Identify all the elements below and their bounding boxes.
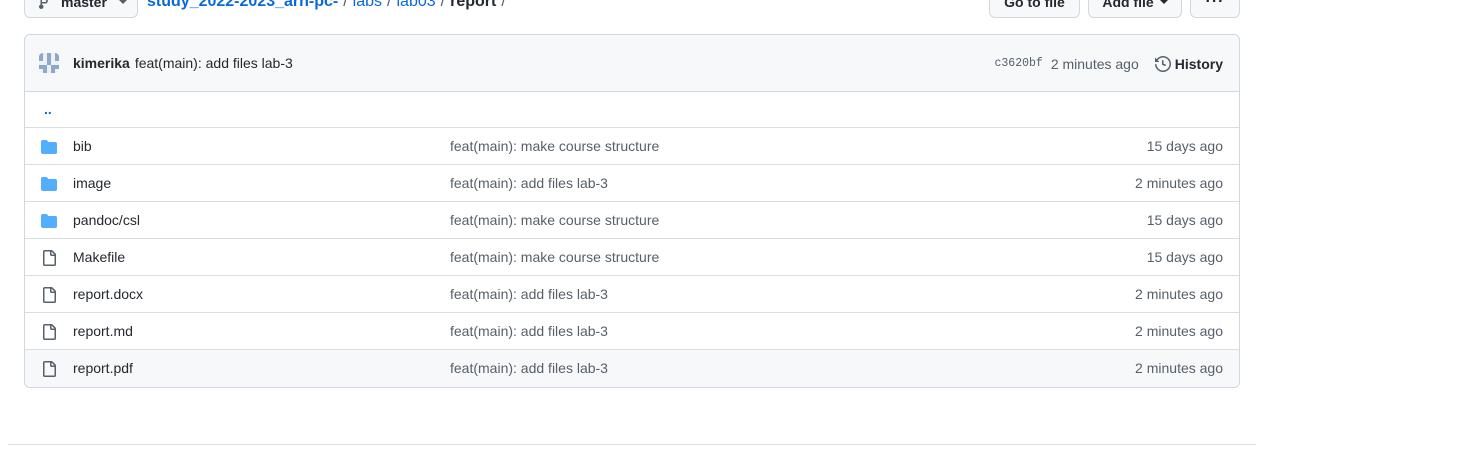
file-name-link[interactable]: bib bbox=[73, 138, 92, 154]
file-commit-message-link[interactable]: feat(main): make course structure bbox=[450, 212, 659, 228]
divider bbox=[8, 444, 1256, 445]
kebab-horizontal-icon: ··· bbox=[1205, 0, 1225, 10]
branch-name: master bbox=[61, 0, 107, 10]
file-commit-date: 2 minutes ago bbox=[1135, 175, 1223, 191]
branch-selector-button[interactable]: master bbox=[24, 0, 138, 18]
file-commit-date: 2 minutes ago bbox=[1135, 360, 1223, 376]
file-commit-message-link[interactable]: feat(main): make course structure bbox=[450, 249, 659, 265]
breadcrumb-repo-link[interactable]: study_2022-2023_arh-pc- bbox=[147, 0, 338, 11]
history-button[interactable]: History bbox=[1154, 55, 1223, 72]
commit-sha-link[interactable]: c3620bf bbox=[995, 57, 1043, 70]
file-name-link[interactable]: Makefile bbox=[73, 249, 125, 265]
file-row[interactable]: report.docx feat(main): add files lab-3 2 … bbox=[25, 276, 1239, 313]
chevron-down-icon bbox=[1159, 0, 1168, 4]
git-branch-icon bbox=[39, 0, 49, 9]
file-commit-date: 15 days ago bbox=[1146, 138, 1223, 154]
history-icon bbox=[1154, 55, 1171, 72]
file-browser: kimerika feat(main): add files lab-3 c36… bbox=[24, 34, 1240, 388]
breadcrumb-separator: / bbox=[343, 0, 348, 10]
breadcrumb-link-lab03[interactable]: lab03 bbox=[396, 0, 435, 11]
file-name-link[interactable]: image bbox=[73, 175, 111, 191]
commit-author-link[interactable]: kimerika bbox=[73, 55, 130, 71]
commit-time: 2 minutes ago bbox=[1050, 55, 1139, 72]
add-file-button[interactable]: Add file bbox=[1088, 0, 1182, 18]
file-commit-date: 2 minutes ago bbox=[1135, 286, 1223, 302]
file-commit-date: 2 minutes ago bbox=[1135, 323, 1223, 339]
repo-toolbar: master study_2022-2023_arh-pc- / labs / … bbox=[24, 0, 1240, 18]
file-commit-date: 15 days ago bbox=[1146, 212, 1223, 228]
folder-icon bbox=[41, 139, 57, 155]
breadcrumb: study_2022-2023_arh-pc- / labs / lab03 /… bbox=[147, 0, 511, 18]
file-row[interactable]: Makefile feat(main): make course structur… bbox=[25, 239, 1239, 276]
breadcrumb-current: report bbox=[450, 0, 497, 10]
breadcrumb-separator: / bbox=[440, 0, 446, 10]
file-name-link[interactable]: report.md bbox=[73, 323, 133, 339]
file-name-link[interactable]: report.docx bbox=[73, 286, 143, 302]
file-icon bbox=[41, 324, 57, 340]
file-icon bbox=[41, 250, 57, 266]
file-commit-message-link[interactable]: feat(main): add files lab-3 bbox=[450, 286, 608, 302]
file-icon bbox=[41, 361, 57, 377]
identicon-avatar[interactable] bbox=[39, 53, 59, 73]
file-list: bib feat(main): make course structure 15 d… bbox=[25, 128, 1239, 387]
latest-commit-bar: kimerika feat(main): add files lab-3 c36… bbox=[25, 35, 1239, 92]
commit-message-link[interactable]: feat(main): add files lab-3 bbox=[135, 55, 293, 71]
file-row[interactable]: report.pdf feat(main): add files lab-3 2 m… bbox=[25, 350, 1239, 387]
breadcrumb-link-labs[interactable]: labs bbox=[353, 0, 382, 11]
file-commit-message-link[interactable]: feat(main): add files lab-3 bbox=[450, 175, 608, 191]
history-label: History bbox=[1174, 55, 1223, 72]
more-options-button[interactable]: ··· bbox=[1190, 0, 1240, 18]
folder-icon bbox=[41, 176, 57, 192]
file-commit-message-link[interactable]: feat(main): add files lab-3 bbox=[450, 323, 608, 339]
file-name-link[interactable]: report.pdf bbox=[73, 360, 133, 376]
file-commit-date: 15 days ago bbox=[1146, 249, 1223, 265]
add-file-label: Add file bbox=[1102, 0, 1154, 10]
go-to-file-label: Go to file bbox=[1004, 0, 1065, 10]
folder-icon bbox=[41, 213, 57, 229]
file-row[interactable]: pandoc/csl feat(main): make course struct… bbox=[25, 202, 1239, 239]
breadcrumb-separator: / bbox=[387, 0, 392, 10]
parent-directory-link[interactable]: .. bbox=[44, 101, 52, 117]
commit-meta: c3620bf 2 minutes ago History bbox=[995, 35, 1223, 92]
file-icon bbox=[41, 287, 57, 303]
file-row[interactable]: image feat(main): add files lab-3 2 minute… bbox=[25, 165, 1239, 202]
file-row[interactable]: report.md feat(main): add files lab-3 2 mi… bbox=[25, 313, 1239, 350]
file-row[interactable]: bib feat(main): make course structure 15 d… bbox=[25, 128, 1239, 165]
chevron-down-icon bbox=[118, 0, 127, 4]
breadcrumb-separator: / bbox=[501, 0, 506, 10]
file-commit-message-link[interactable]: feat(main): make course structure bbox=[450, 138, 659, 154]
go-to-file-button[interactable]: Go to file bbox=[989, 0, 1080, 18]
parent-directory-row[interactable]: .. bbox=[25, 92, 1239, 128]
file-commit-message-link[interactable]: feat(main): add files lab-3 bbox=[450, 360, 608, 376]
file-name-link[interactable]: pandoc/csl bbox=[73, 212, 140, 228]
